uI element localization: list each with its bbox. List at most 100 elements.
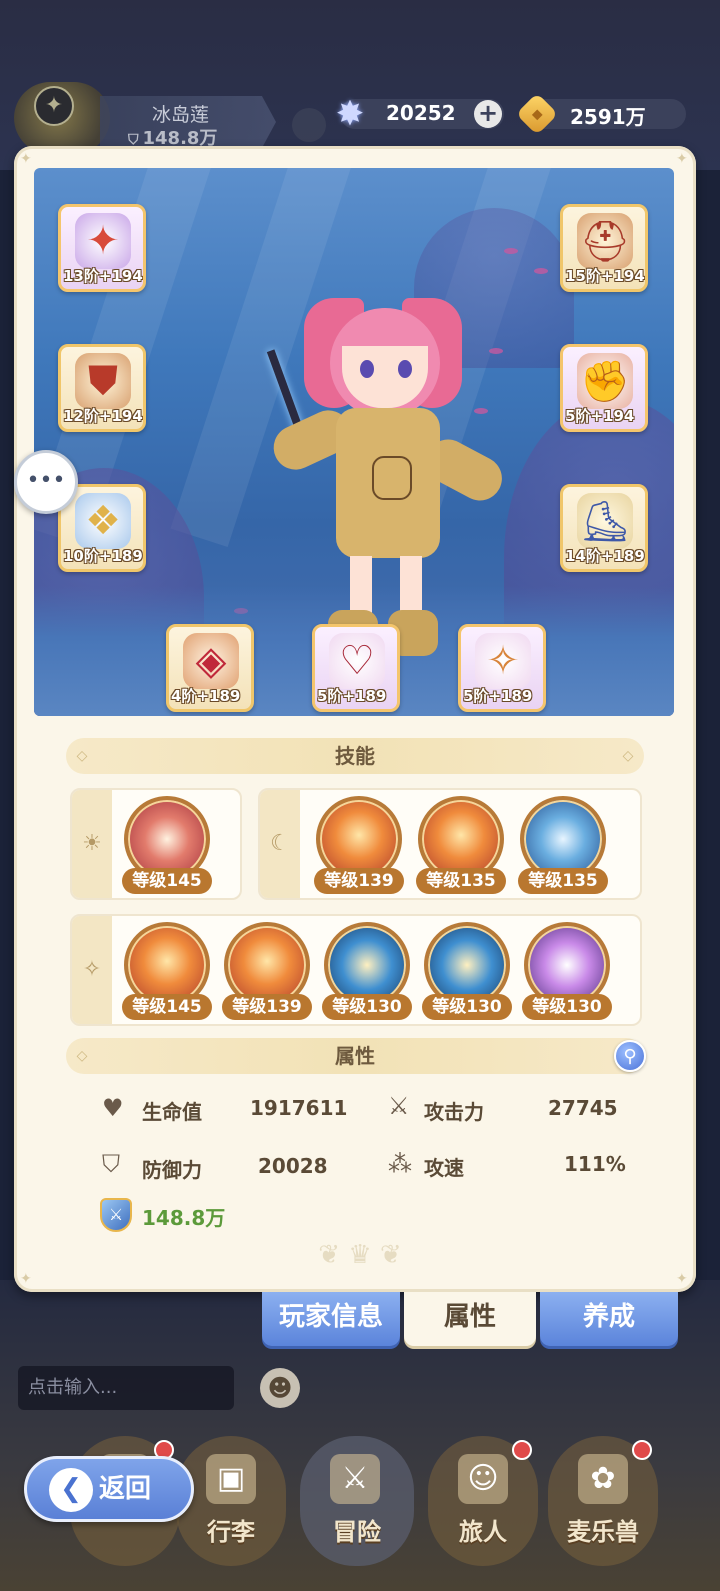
- nav-adventure-label: 冒险: [333, 1518, 381, 1546]
- player-avatar[interactable]: ✦: [14, 82, 110, 154]
- tab-attributes[interactable]: 属性: [404, 1292, 536, 1346]
- crown-deco-icon: ❦ ♛ ❦: [318, 1240, 402, 1270]
- eye: [398, 360, 412, 378]
- equip-slot-helmet[interactable]: ⛑ 15阶+194: [560, 204, 648, 292]
- add-gems-button[interactable]: +: [474, 100, 502, 128]
- defense-value: 20028: [258, 1154, 328, 1178]
- back-label: 返回: [99, 1474, 152, 1504]
- nav-adventure[interactable]: ⚔ 冒险: [300, 1436, 414, 1566]
- skill-level: 等级135: [416, 868, 506, 894]
- equip-slot-necklace[interactable]: ♡ 5阶+189: [312, 624, 400, 712]
- equip-slot-amulet[interactable]: ✧ 5阶+189: [458, 624, 546, 712]
- star-gem-icon: ✸: [335, 94, 365, 134]
- attack-value: 27745: [548, 1096, 618, 1120]
- gauntlet-icon: ✊: [577, 353, 633, 409]
- attribute-search-button[interactable]: ⚲: [614, 1040, 646, 1072]
- chat-bubble-icon[interactable]: •••: [14, 450, 78, 514]
- traveler-face-icon: ☺: [458, 1454, 508, 1504]
- skill-slot[interactable]: 等级130: [322, 922, 412, 1022]
- equip-level: 12阶+194: [61, 403, 143, 429]
- tab-cultivate[interactable]: 养成: [540, 1292, 678, 1346]
- equip-bonus: +194: [600, 267, 645, 285]
- equip-tier: 5阶: [565, 407, 591, 425]
- power-shield-icon: ⚔: [100, 1198, 132, 1232]
- equip-level: 15阶+194: [563, 263, 645, 289]
- equip-bonus: +189: [342, 687, 387, 705]
- hp-value: 1917611: [250, 1096, 348, 1120]
- character-model[interactable]: [244, 288, 510, 658]
- leg: [400, 556, 422, 616]
- skill-slot[interactable]: 等级135: [416, 796, 506, 896]
- chat-input[interactable]: 点击输入...: [18, 1366, 234, 1410]
- equip-bonus: +194: [590, 407, 635, 425]
- equip-level: 10阶+189: [61, 543, 143, 569]
- tab-player-info[interactable]: 玩家信息: [262, 1292, 400, 1346]
- attack-label: 攻击力: [424, 1100, 484, 1124]
- skills-header: ◇ 技能 ◇: [66, 738, 644, 774]
- speed-nodes-icon: ⁂: [388, 1150, 412, 1178]
- player-name: 冰岛莲: [152, 104, 210, 126]
- defense-label: 防御力: [142, 1158, 202, 1182]
- corner-deco-icon: ✦: [676, 1271, 688, 1287]
- equip-slot-head-accessory[interactable]: ✦ 13阶+194: [58, 204, 146, 292]
- skill-slot[interactable]: 等级135: [518, 796, 608, 896]
- skill-level: 等级139: [222, 994, 312, 1020]
- hp-label: 生命值: [142, 1100, 202, 1124]
- equip-slot-armor[interactable]: ⛊ 12阶+194: [58, 344, 146, 432]
- avatar-emblem-icon: ✦: [34, 86, 74, 126]
- amulet-icon: ✧: [475, 633, 531, 689]
- equip-level: 14阶+189: [563, 543, 645, 569]
- gem-count: 20252: [386, 101, 456, 125]
- small-badge-icon[interactable]: [292, 108, 326, 142]
- equip-tier: 14阶: [565, 547, 601, 565]
- skill-group-moon: ☾ 等级139 等级135 等级135: [258, 788, 642, 900]
- skill-level: 等级130: [422, 994, 512, 1020]
- belt-icon: ❖: [75, 493, 131, 549]
- coin-count: 2591万: [570, 105, 646, 129]
- emoji-button[interactable]: ☻: [260, 1368, 300, 1408]
- fish-decoration: [504, 248, 518, 254]
- skill-slot[interactable]: 等级139: [222, 922, 312, 1022]
- sun-icon: ☀: [72, 790, 112, 898]
- leg: [350, 556, 372, 616]
- equip-slot-boots[interactable]: ⛸ 14阶+189: [560, 484, 648, 572]
- equip-tier: 5阶: [463, 687, 489, 705]
- equip-level: 5阶+189: [461, 683, 543, 709]
- eye: [360, 360, 374, 378]
- chest-icon: ▣: [206, 1454, 256, 1504]
- attributes-title: 属性: [335, 1044, 375, 1068]
- necklace-icon: ♡: [329, 633, 385, 689]
- skill-slot[interactable]: 等级130: [422, 922, 512, 1022]
- skill-slot[interactable]: 等级145: [122, 922, 212, 1022]
- nav-bag[interactable]: ▣ 行李: [176, 1436, 286, 1566]
- skill-slot[interactable]: 等级139: [314, 796, 404, 896]
- skill-slot[interactable]: 等级130: [522, 922, 612, 1022]
- equip-tier: 15阶: [565, 267, 601, 285]
- nav-travelers[interactable]: ☺ 旅人: [428, 1436, 538, 1566]
- sparkle-icon: ✧: [72, 916, 112, 1024]
- crossed-swords-icon: ⚔: [388, 1092, 410, 1120]
- gem-currency: ✸ 20252 +: [336, 94, 504, 134]
- skill-level: 等级130: [322, 994, 412, 1020]
- skill-slot[interactable]: 等级145: [122, 796, 212, 896]
- equip-slot-ring[interactable]: ◈ 4阶+189: [166, 624, 254, 712]
- character-scene: ✦ 13阶+194 ⛑ 15阶+194 ⛊ 12阶+194 ✊ 5阶+194 ❖…: [34, 168, 674, 716]
- equip-tier: 10阶: [63, 547, 99, 565]
- fox-icon: ✿: [578, 1454, 628, 1504]
- helmet-icon: ✦: [75, 213, 131, 269]
- back-button[interactable]: ❮ 返回: [24, 1456, 194, 1522]
- equip-slot-gloves[interactable]: ✊ 5阶+194: [560, 344, 648, 432]
- equip-bonus: +194: [98, 267, 143, 285]
- equip-tier: 12阶: [63, 407, 99, 425]
- equip-tier: 5阶: [317, 687, 343, 705]
- skill-level: 等级135: [518, 868, 608, 894]
- equip-level: 5阶+189: [315, 683, 397, 709]
- total-power-value: 148.8万: [142, 1206, 226, 1230]
- equip-bonus: +194: [98, 407, 143, 425]
- equip-tier: 13阶: [63, 267, 99, 285]
- nav-pets[interactable]: ✿ 麦乐兽: [548, 1436, 658, 1566]
- equip-bonus: +189: [488, 687, 533, 705]
- attack-speed-value: 111%: [564, 1152, 626, 1176]
- moon-icon: ☾: [260, 790, 300, 898]
- equip-tier: 4阶: [171, 687, 197, 705]
